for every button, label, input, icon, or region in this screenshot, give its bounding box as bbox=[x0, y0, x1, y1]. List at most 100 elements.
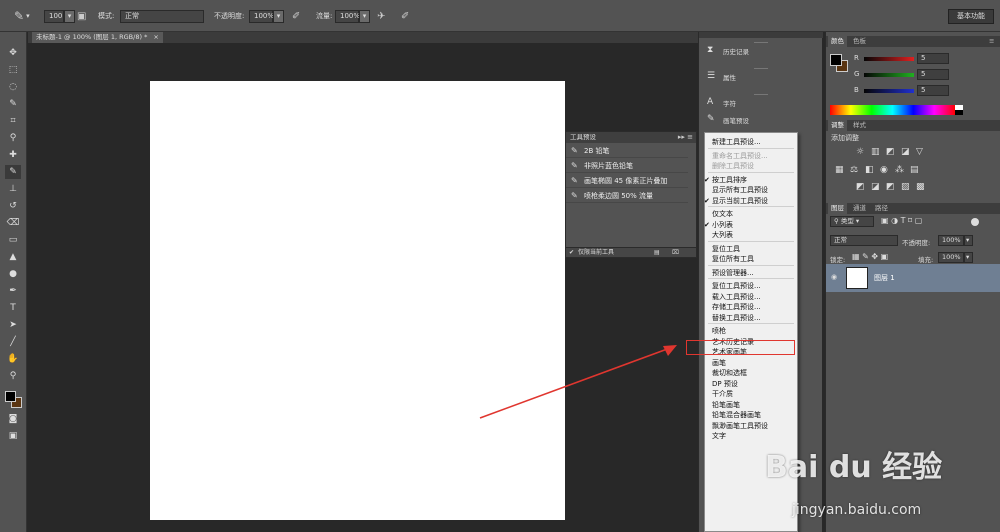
selective-color-icon[interactable]: ▩ bbox=[916, 182, 925, 192]
invert-icon[interactable]: ◩ bbox=[856, 182, 865, 192]
pressure-opacity-icon[interactable]: ✐ bbox=[292, 0, 300, 32]
red-value-field[interactable]: 5 bbox=[917, 53, 949, 64]
pressure-size-icon[interactable]: ✐ bbox=[401, 0, 409, 32]
checkmark-icon[interactable]: ✔ bbox=[569, 248, 574, 258]
layer-opacity-field[interactable]: 100% bbox=[938, 235, 964, 246]
curves-icon[interactable]: ◩ bbox=[886, 147, 895, 157]
brush-size-dropdown[interactable]: ▾ bbox=[64, 10, 75, 23]
black-white-swatch[interactable] bbox=[955, 105, 963, 115]
mode-select[interactable]: 正常 bbox=[120, 10, 204, 23]
history-brush-tool-icon[interactable]: ↺ bbox=[5, 199, 21, 213]
current-tool-only-checkbox[interactable]: 仅限当前工具 bbox=[578, 248, 614, 258]
blue-slider[interactable] bbox=[864, 89, 914, 93]
tab-color[interactable]: 颜色 bbox=[828, 36, 847, 47]
exposure-icon[interactable]: ◪ bbox=[901, 147, 910, 157]
filter-toggle[interactable] bbox=[971, 218, 979, 226]
color-balance-icon[interactable]: ⚖ bbox=[850, 165, 858, 175]
new-preset-icon[interactable]: ▤ bbox=[654, 248, 660, 258]
clone-stamp-tool-icon[interactable]: ⊥ bbox=[5, 182, 21, 196]
color-lookup-icon[interactable]: ▤ bbox=[910, 165, 919, 175]
layer-opacity-dropdown[interactable]: ▾ bbox=[964, 235, 973, 246]
hand-tool-icon[interactable]: ✋ bbox=[5, 352, 21, 366]
dodge-tool-icon[interactable]: ● bbox=[5, 267, 21, 281]
menu-item[interactable]: 替换工具预设... bbox=[705, 312, 797, 324]
flow-field[interactable]: 100% bbox=[335, 10, 360, 23]
eye-icon[interactable]: ◉ bbox=[831, 273, 837, 281]
type-tool-icon[interactable]: T bbox=[5, 301, 21, 315]
eraser-tool-icon[interactable]: ⌫ bbox=[5, 216, 21, 230]
black-white-icon[interactable]: ◧ bbox=[865, 165, 874, 175]
blur-tool-icon[interactable]: ▲ bbox=[5, 250, 21, 264]
levels-icon[interactable]: ▥ bbox=[871, 147, 880, 157]
tab-layers[interactable]: 图层 bbox=[828, 203, 847, 214]
color-spectrum-bar[interactable] bbox=[830, 105, 955, 115]
path-select-tool-icon[interactable]: ➤ bbox=[5, 318, 21, 332]
tab-adjustments[interactable]: 调整 bbox=[828, 120, 847, 131]
blend-mode-select[interactable]: 正常 bbox=[830, 235, 898, 246]
panel-menu-icon[interactable]: ≡ bbox=[986, 36, 997, 47]
pixel-filter-icon[interactable]: ▣ ◑ T ⌑ ▢ bbox=[881, 216, 922, 225]
trash-icon[interactable]: ⌧ bbox=[672, 248, 679, 258]
red-slider[interactable] bbox=[864, 57, 914, 61]
photo-filter-icon[interactable]: ◉ bbox=[880, 165, 888, 175]
panel-dock-header[interactable] bbox=[699, 32, 823, 38]
menu-item[interactable]: ✔ 显示当前工具预设 bbox=[704, 195, 797, 207]
quick-mask-icon[interactable]: ◙ bbox=[5, 412, 21, 426]
fill-field[interactable]: 100% bbox=[938, 252, 964, 263]
brush-tool-preset-icon[interactable]: ✎ ▾ bbox=[14, 0, 30, 32]
foreground-color-swatch[interactable] bbox=[5, 391, 16, 402]
green-value-field[interactable]: 5 bbox=[917, 69, 949, 80]
document-canvas[interactable] bbox=[150, 81, 565, 520]
opacity-dropdown[interactable]: ▾ bbox=[273, 10, 284, 23]
zoom-tool-icon[interactable]: ⚲ bbox=[5, 369, 21, 383]
tab-paths[interactable]: 路径 bbox=[872, 203, 891, 214]
menu-item[interactable]: 预设管理器... bbox=[705, 267, 797, 279]
preset-item[interactable]: ✎ 非照片蓝色铅笔 bbox=[566, 159, 688, 173]
layer-row[interactable]: ◉ 图层 1 bbox=[826, 264, 1000, 292]
gradient-tool-icon[interactable]: ▭ bbox=[5, 233, 21, 247]
preset-item[interactable]: ✎ 喷枪柔边圆 50% 流量 bbox=[566, 189, 688, 203]
opacity-field[interactable]: 100% bbox=[249, 10, 274, 23]
vibrance-icon[interactable]: ▽ bbox=[916, 147, 923, 157]
properties-panel-button[interactable]: ☰ 属性 bbox=[699, 66, 823, 88]
brush-panel-toggle-icon[interactable]: ▣ bbox=[77, 0, 86, 32]
healing-tool-icon[interactable]: ✚ bbox=[5, 148, 21, 162]
green-slider[interactable] bbox=[864, 73, 914, 77]
hue-saturation-icon[interactable]: ▦ bbox=[835, 165, 844, 175]
menu-item[interactable]: 大列表 bbox=[705, 229, 797, 241]
brush-size-field[interactable]: 100 bbox=[44, 10, 64, 23]
flow-dropdown[interactable]: ▾ bbox=[359, 10, 370, 23]
pen-tool-icon[interactable]: ✒ bbox=[5, 284, 21, 298]
foreground-color-swatch[interactable] bbox=[830, 54, 842, 66]
tool-presets-header[interactable]: 工具预设 ▸▸ ≡ bbox=[566, 132, 696, 143]
menu-item[interactable]: 新建工具预设... bbox=[705, 136, 797, 148]
brush-tool-icon[interactable]: ✎ bbox=[5, 165, 21, 179]
blue-value-field[interactable]: 5 bbox=[917, 85, 949, 96]
lasso-tool-icon[interactable]: ◌ bbox=[5, 80, 21, 94]
lock-icons[interactable]: ▦ ✎ ✥ ▣ bbox=[852, 252, 888, 261]
tab-channels[interactable]: 通道 bbox=[850, 203, 869, 214]
gradient-map-icon[interactable]: ▨ bbox=[901, 182, 910, 192]
threshold-icon[interactable]: ◩ bbox=[886, 182, 895, 192]
quick-select-tool-icon[interactable]: ✎ bbox=[5, 97, 21, 111]
airbrush-icon[interactable]: ✈ bbox=[377, 0, 385, 32]
fill-dropdown[interactable]: ▾ bbox=[964, 252, 973, 263]
screen-mode-icon[interactable]: ▣ bbox=[5, 429, 21, 443]
menu-item[interactable]: 复位所有工具 bbox=[705, 253, 797, 265]
layer-filter-select[interactable]: ⚲ 类型 ▾ bbox=[830, 216, 874, 227]
tab-styles[interactable]: 样式 bbox=[850, 120, 869, 131]
marquee-tool-icon[interactable]: ⬚ bbox=[5, 63, 21, 77]
channel-mixer-icon[interactable]: ⁂ bbox=[895, 165, 904, 175]
shape-tool-icon[interactable]: ╱ bbox=[5, 335, 21, 349]
history-panel-button[interactable]: ⧗ 历史记录 bbox=[699, 40, 823, 62]
preset-item[interactable]: ✎ 画笔椭圆 45 像素正片叠加 bbox=[566, 174, 688, 188]
posterize-icon[interactable]: ◪ bbox=[871, 182, 880, 192]
brightness-icon[interactable]: ☼ bbox=[856, 147, 864, 157]
panel-menu-icon[interactable]: ▸▸ ≡ bbox=[678, 132, 693, 143]
close-icon[interactable]: × bbox=[153, 33, 158, 41]
crop-tool-icon[interactable]: ⌗ bbox=[5, 114, 21, 128]
tab-swatches[interactable]: 色板 bbox=[850, 36, 869, 47]
brush-presets-panel-button[interactable]: ✎ 画笔预设 bbox=[699, 109, 823, 131]
preset-item[interactable]: ✎ 2B 铅笔 bbox=[566, 144, 688, 158]
eyedropper-tool-icon[interactable]: ⚲ bbox=[5, 131, 21, 145]
